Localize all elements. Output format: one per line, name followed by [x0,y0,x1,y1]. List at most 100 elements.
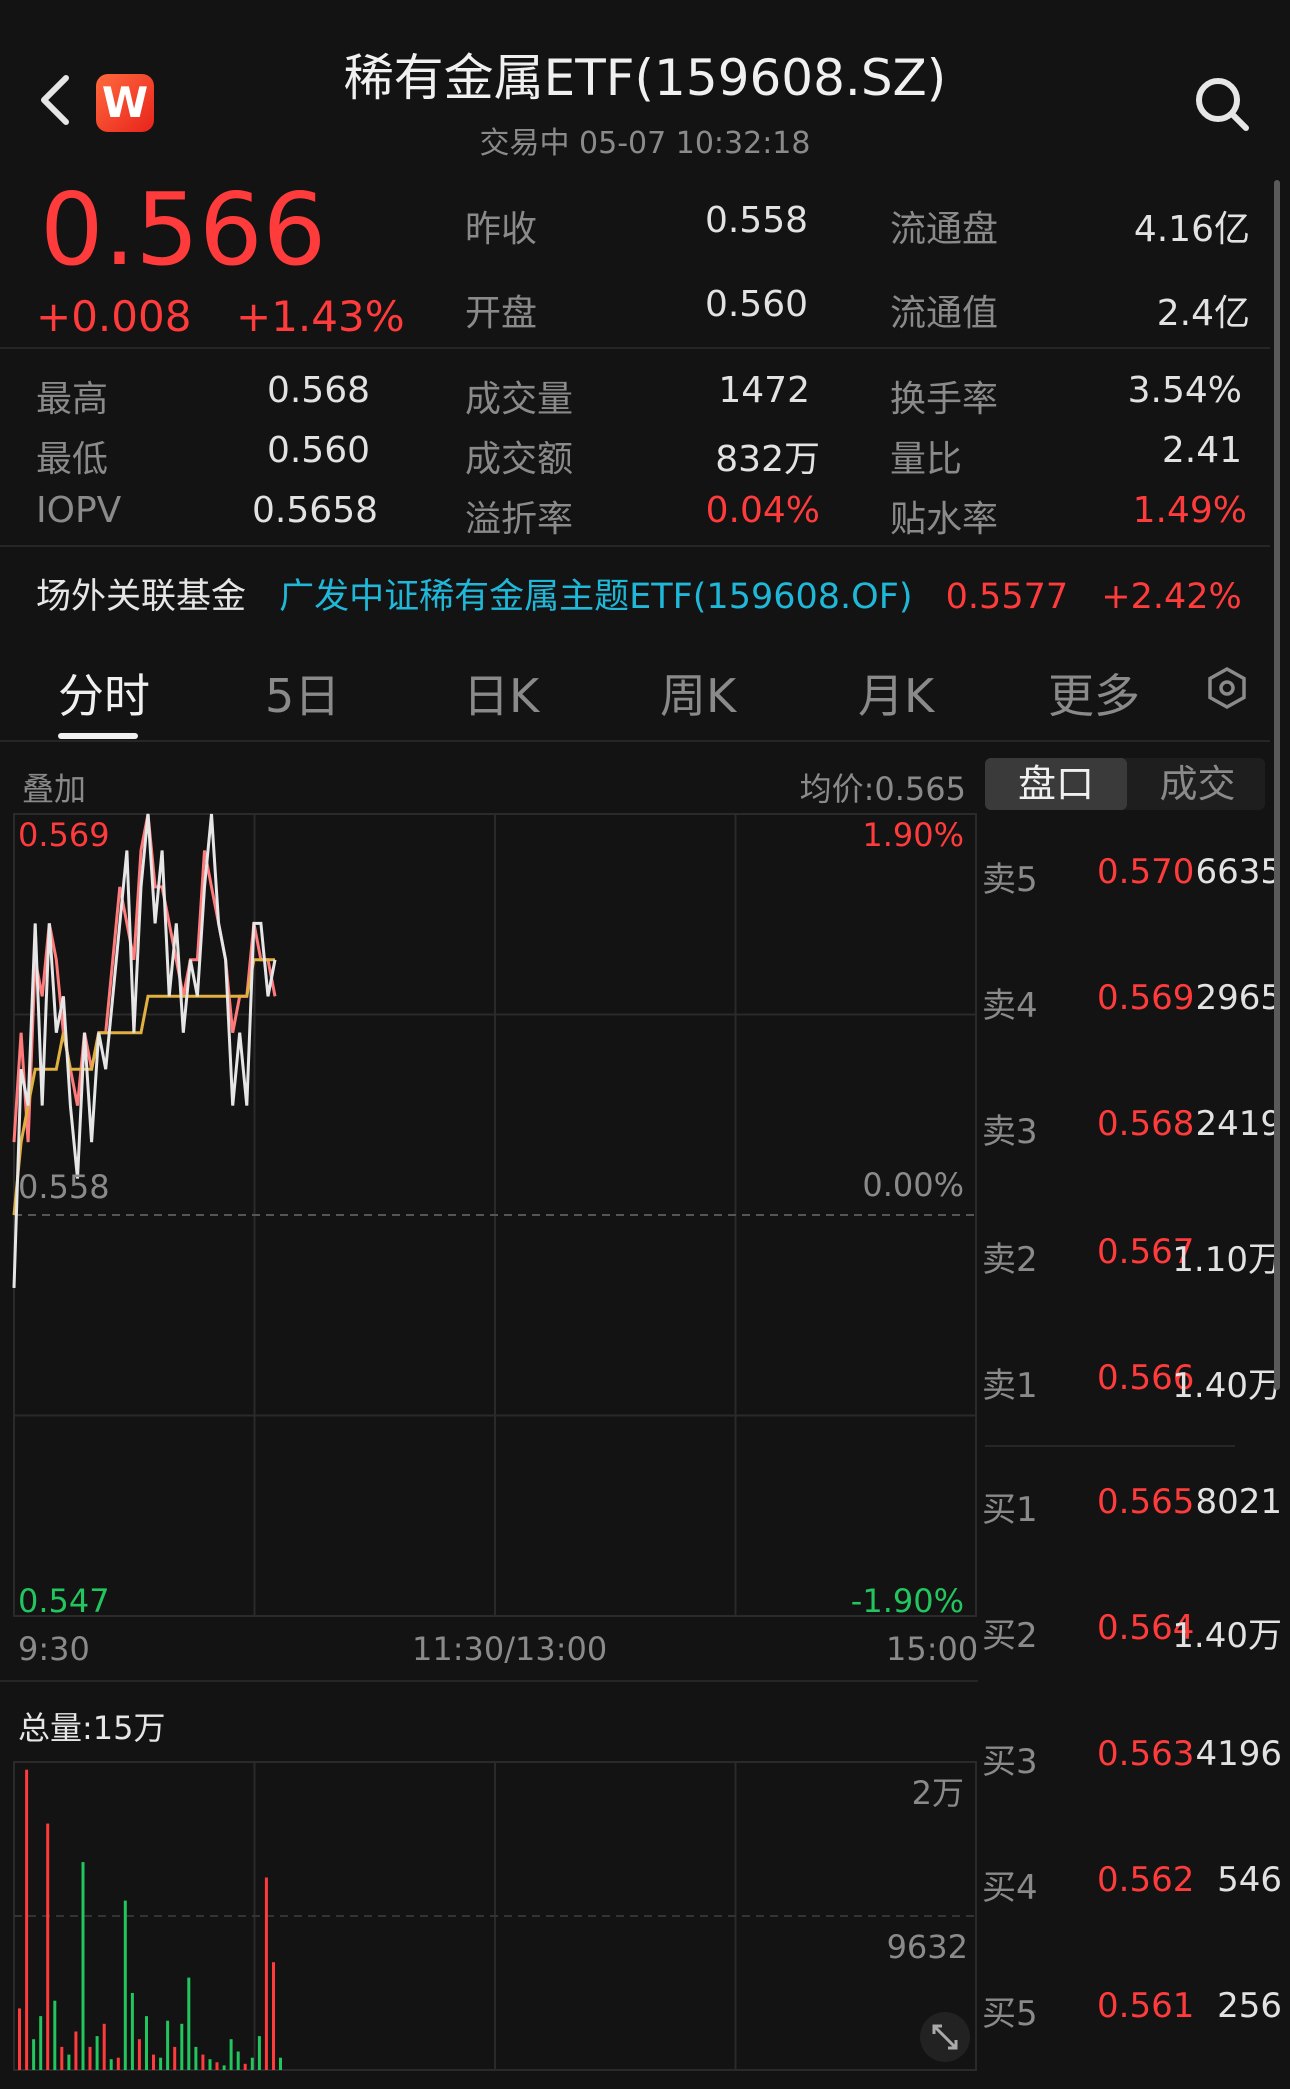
x-axis-start-label: 9:30 [18,1630,90,1668]
stat-value: 2.41 [1161,430,1242,471]
trading-status: 交易中 05-07 10:32:18 [479,126,811,161]
level-volume: 1.40万 [1172,1616,1282,1656]
tab-more[interactable]: 更多 [1048,660,1140,726]
volume-bar [102,2023,106,2070]
volume-bar [25,1769,29,2070]
search-button[interactable] [1190,72,1254,136]
level-volume: 546 [1217,1860,1282,1900]
level-volume: 256 [1217,1986,1282,2026]
linked-fund-name[interactable]: 广发中证稀有金属主题ETF(159608.OF) [279,577,912,617]
level-volume: 2965 [1195,978,1282,1018]
divider [0,1680,978,1682]
stat-value: 0.5658 [252,490,378,531]
divider [0,740,1270,742]
level-label: 买5 [982,1994,1038,2034]
orderbook-buy-row: 买5 0.561 256 [982,1986,1282,2036]
stat-label: 成交量 [465,379,574,420]
orderbook-sell-row: 卖3 0.568 2419 [982,1104,1282,1154]
overlay-button[interactable]: 叠加 [22,764,86,810]
price-change-percent: +1.43% [236,292,405,341]
active-tab-indicator [58,733,138,739]
volume-bar [74,2031,78,2070]
volume-bar [67,2054,71,2070]
stat-label: 流通值 [890,293,999,334]
stat-value: 0.558 [704,200,808,241]
tab-daily-k[interactable]: 日K [463,660,539,726]
volume-bar [229,2039,233,2070]
linked-fund-label: 场外关联基金 [36,577,247,617]
orderbook-buy-row: 买1 0.565 8021 [982,1482,1282,1532]
volume-bar [243,2063,247,2070]
tab-5day[interactable]: 5日 [265,660,340,726]
volume-bar [137,2039,141,2070]
total-volume-label: 总量:15万 [18,1709,166,1747]
tab-trades[interactable]: 成交 [1130,758,1265,810]
stat-label: IOPV [36,490,122,531]
search-icon [1196,78,1249,131]
level-price: 0.562 [1097,1860,1195,1900]
orderbook-buy-row: 买3 0.563 4196 [982,1734,1282,1784]
stat-label: 贴水率 [890,499,999,540]
page-title: 稀有金属ETF(159608.SZ) [343,49,947,107]
volume-bar [39,2016,43,2070]
level-label: 买1 [982,1490,1038,1530]
stat-value: 0.560 [704,284,808,325]
volume-bar [250,2057,254,2070]
volume-bar [279,2057,282,2070]
scrollbar[interactable] [1274,180,1280,1390]
volume-bar [257,2036,261,2070]
pct-axis-max-label: 1.90% [862,816,964,854]
intraday-price-chart[interactable] [0,810,980,1690]
volume-bar [159,2057,163,2070]
volume-bar [180,2023,184,2070]
tab-orderbook[interactable]: 盘口 [985,758,1127,810]
volume-bar [236,2051,240,2070]
pct-axis-mid-label: 0.00% [862,1166,964,1204]
level-price: 0.569 [1097,978,1195,1018]
volume-bar [187,1977,191,2070]
pct-axis-min-label: -1.90% [850,1582,964,1620]
volume-chart [13,1761,977,2071]
fullscreen-button[interactable] [920,2012,970,2062]
volume-bar [60,2046,64,2070]
chart-settings-button[interactable] [1205,666,1249,710]
hexagon-settings-icon [1208,666,1246,710]
volume-bar [116,2057,120,2070]
volume-bars [18,1769,282,2070]
level-label: 卖2 [982,1240,1038,1280]
level-price: 0.563 [1097,1734,1195,1774]
header-bar: W 稀有金属ETF(159608.SZ) 交易中 05-07 10:32:18 [0,0,1290,170]
volume-axis-mid-label: 9632 [886,1928,968,1966]
volume-axis-top-label: 2万 [911,1774,964,1812]
y-axis-mid-label: 0.558 [18,1168,110,1206]
stat-value: 1.49% [1132,490,1247,531]
stat-label: 溢折率 [465,499,574,540]
stat-value: 3.54% [1127,370,1242,411]
level-volume: 8021 [1195,1482,1282,1522]
tab-intraday[interactable]: 分时 [58,660,150,726]
volume-bar [46,1823,50,2070]
orderbook-sell-row: 卖2 0.567 1.10万 [982,1232,1282,1282]
volume-bar [130,1993,134,2070]
linked-fund-row[interactable]: 场外关联基金 广发中证稀有金属主题ETF(159608.OF) 0.5577 +… [36,568,1256,618]
level-volume: 6635 [1195,852,1282,892]
level-label: 卖5 [982,860,1038,900]
level-label: 卖3 [982,1112,1038,1152]
volume-bar [208,2059,212,2070]
tab-weekly-k[interactable]: 周K [660,660,736,726]
volume-bar [123,1900,127,2070]
orderbook-divider [985,1445,1235,1447]
volume-bar [53,2000,57,2070]
level-volume: 4196 [1195,1734,1282,1774]
volume-bar [201,2054,205,2070]
level-label: 卖1 [982,1366,1038,1406]
volume-bar [95,2036,99,2070]
tab-monthly-k[interactable]: 月K [858,660,934,726]
volume-bar [32,2039,36,2070]
x-axis-mid-label: 11:30/13:00 [412,1630,608,1668]
y-axis-max-label: 0.569 [18,816,110,854]
stat-value: 832万 [715,439,820,480]
orderbook-buy-row: 买2 0.564 1.40万 [982,1608,1282,1658]
stat-value: 0.568 [266,370,370,411]
volume-bar [222,2065,226,2070]
